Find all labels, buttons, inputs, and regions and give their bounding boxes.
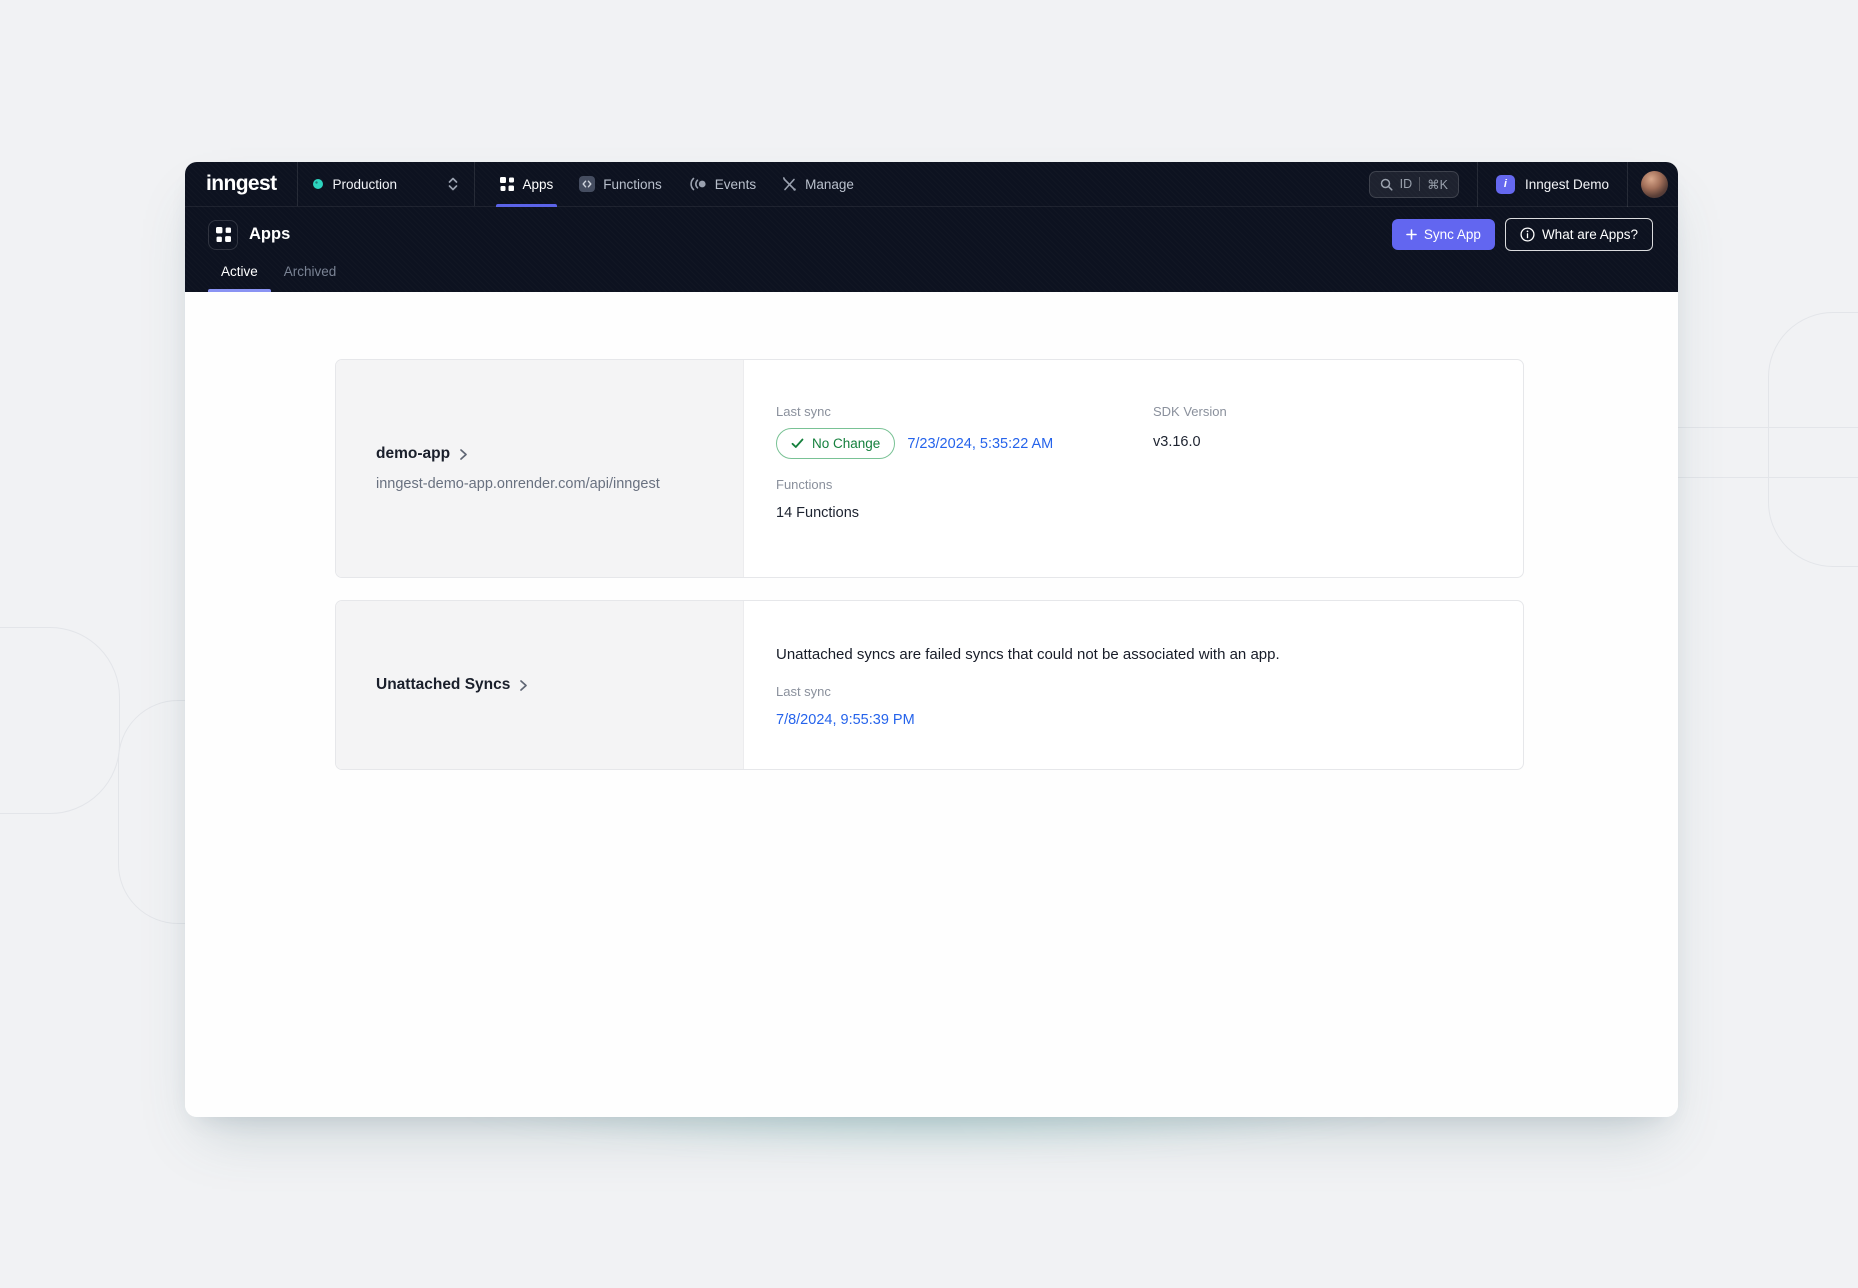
nav-tab-label: Apps [522,177,553,192]
plus-icon [1406,229,1417,240]
avatar-box [1628,171,1678,198]
header-tabs: Active Archived [208,264,1653,292]
chevron-right-icon [519,679,528,692]
background-decoration [1768,312,1858,567]
search-separator [1419,177,1420,191]
app-card-details: Last sync No Change 7/23/2024, 5:35:22 A… [744,360,1523,577]
nav-tab-label: Functions [603,177,662,192]
apps-grid-icon [500,177,514,191]
main-content: demo-app inngest-demo-app.onrender.com/a… [185,292,1678,1117]
nav-tab-label: Events [715,177,756,192]
app-card-title-link[interactable]: demo-app [376,445,703,463]
nav-tab-manage[interactable]: Manage [769,162,867,206]
chevron-right-icon [459,448,468,461]
app-url: inngest-demo-app.onrender.com/api/innges… [376,476,703,492]
search-id-label: ID [1400,177,1413,191]
status-badge: No Change [776,428,895,459]
navbar-tabs: Apps Functions [475,162,866,206]
functions-label: Functions [776,477,1153,492]
page-title: Apps [249,225,290,244]
account-name: Inngest Demo [1525,177,1609,192]
apps-grid-icon [208,220,238,250]
app-name: demo-app [376,445,450,463]
app-window: inngest Production [185,162,1678,1117]
last-sync-link[interactable]: 7/8/2024, 9:55:39 PM [776,712,1493,728]
environment-switcher[interactable]: Production [298,162,475,206]
code-icon [579,176,595,192]
nav-tab-events[interactable]: Events [675,162,769,206]
events-signal-icon [688,177,707,191]
unattached-card-summary: Unattached Syncs [336,601,744,769]
tab-active[interactable]: Active [208,264,271,292]
top-dark-block: inngest Production [185,162,1678,292]
check-icon [791,438,804,449]
org-badge-icon: i [1496,175,1515,194]
sdk-version-value: v3.16.0 [1153,434,1493,450]
unattached-syncs-title: Unattached Syncs [376,676,510,694]
app-card: demo-app inngest-demo-app.onrender.com/a… [335,359,1524,578]
unattached-description: Unattached syncs are failed syncs that c… [776,645,1493,663]
unattached-syncs-title-link[interactable]: Unattached Syncs [376,676,703,694]
what-are-apps-button[interactable]: What are Apps? [1505,218,1653,251]
nav-tab-label: Manage [805,177,854,192]
environment-label: Production [332,177,397,192]
info-icon [1520,227,1535,242]
search-icon [1380,178,1393,191]
unattached-syncs-card: Unattached Syncs Unattached syncs are fa… [335,600,1524,770]
last-sync-link[interactable]: 7/23/2024, 5:35:22 AM [907,436,1053,452]
tab-archived[interactable]: Archived [271,264,350,292]
navbar: inngest Production [185,162,1678,207]
navbar-right: ID ⌘K i Inngest Demo [1369,162,1678,206]
search-shortcut[interactable]: ID ⌘K [1369,171,1459,198]
search-shortcut-keys: ⌘K [1427,177,1448,192]
account-menu[interactable]: i Inngest Demo [1478,175,1627,194]
sync-app-button[interactable]: Sync App [1392,219,1495,250]
environment-dot-icon [313,179,323,189]
chevron-updown-icon [447,176,459,192]
functions-count: 14 Functions [776,505,1153,521]
nav-tab-apps[interactable]: Apps [487,162,566,206]
user-avatar[interactable] [1641,171,1668,198]
background-decoration [0,627,120,814]
app-card-summary: demo-app inngest-demo-app.onrender.com/a… [336,360,744,577]
page-header: Apps Sync App [185,207,1678,292]
last-sync-label: Last sync [776,684,1493,699]
sdk-version-label: SDK Version [1153,404,1493,419]
unattached-card-details: Unattached syncs are failed syncs that c… [744,601,1523,769]
nav-tab-functions[interactable]: Functions [566,162,675,206]
last-sync-label: Last sync [776,404,1153,419]
tools-icon [782,177,797,192]
logo-box: inngest [185,162,298,206]
inngest-logo: inngest [206,172,276,196]
